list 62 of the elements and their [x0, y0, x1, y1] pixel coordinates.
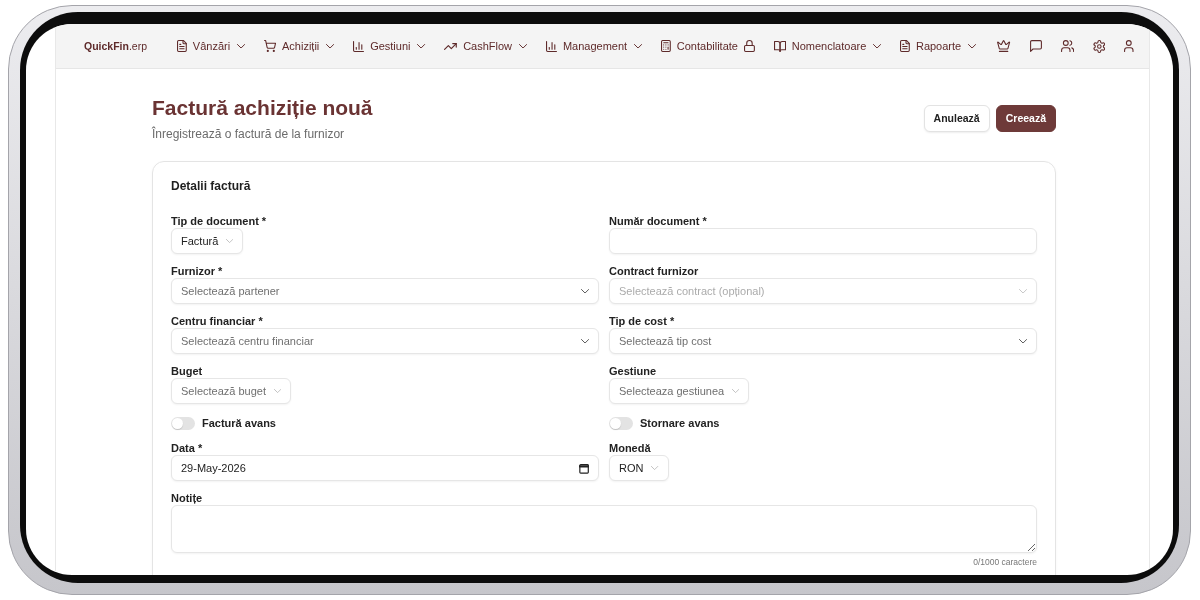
users-icon[interactable] [1060, 40, 1074, 52]
settings-icon[interactable] [1092, 39, 1106, 53]
nav-menu-item[interactable]: Vânzări [177, 39, 246, 53]
chevron-down-icon [226, 239, 234, 243]
nav-menu-item[interactable]: Achiziții [264, 39, 335, 53]
text-field[interactable] [609, 228, 1037, 254]
document-icon [177, 40, 187, 52]
calculator-icon [660, 40, 671, 52]
cart-icon [264, 40, 276, 52]
document-icon [900, 40, 910, 52]
date-field[interactable]: 29-May-2026 [171, 455, 599, 481]
field-label: Tip de document * [171, 215, 267, 228]
dropdown-field[interactable]: Selectează partener [171, 278, 599, 304]
toggle-switch[interactable] [171, 416, 195, 430]
dropdown-select[interactable]: Selecteaza gestiunea [609, 378, 750, 404]
field-label: Notițe [171, 492, 203, 505]
dropdown-select[interactable]: Selectează buget [171, 378, 292, 404]
chevron-down-icon [580, 338, 589, 344]
chevron-down-icon [732, 389, 740, 393]
book-icon [773, 40, 786, 52]
nav-menu-item[interactable]: Gestiuni [353, 39, 426, 53]
field-label: Tip de cost * [609, 315, 675, 328]
page-title: Factură achiziție nouă [152, 95, 373, 121]
crown-icon[interactable] [997, 40, 1011, 52]
field-label: Data * [171, 442, 203, 455]
primary-button[interactable]: Creează [995, 104, 1056, 132]
nav-menu-item[interactable]: Nomenclatoare [773, 39, 882, 53]
nav-menu-item[interactable]: Management [545, 39, 643, 53]
brand-logo[interactable]: QuickFin.erp [84, 40, 148, 52]
secondary-button[interactable]: Anulează [923, 104, 990, 132]
chevron-down-icon [1018, 288, 1027, 294]
card-title: Detalii factură [171, 179, 252, 193]
field-label: Centru financiar * [171, 315, 263, 328]
dropdown-field[interactable]: Selectează tip cost [609, 328, 1037, 354]
nav-menu-item[interactable]: CashFlow [444, 39, 528, 53]
chat-bubble-icon[interactable] [1029, 40, 1042, 52]
character-counter: 0/1000 caractere [973, 557, 1037, 568]
toggle-switch[interactable] [609, 416, 633, 430]
calendar-icon [578, 462, 589, 474]
field-label: Furnizor * [171, 265, 223, 278]
page-subtitle: Înregistrează o factură de la furnizor [152, 126, 346, 142]
field-label: Monedă [609, 442, 651, 455]
nav-menu-item[interactable]: Rapoarte [900, 39, 977, 53]
chevron-down-icon [274, 389, 282, 393]
field-label: Gestiune [609, 365, 657, 378]
bar-chart-icon [545, 40, 557, 52]
trend-up-icon [444, 42, 458, 50]
dropdown-select[interactable]: RON [609, 455, 669, 481]
textarea-field[interactable] [171, 505, 1037, 553]
dropdown-field[interactable]: Selectează centru financiar [171, 328, 599, 354]
field-label: Contract furnizor [609, 265, 699, 278]
toggle-label: Stornare avans [640, 416, 720, 430]
chevron-down-icon [651, 466, 659, 470]
field-label: Buget [171, 365, 203, 378]
nav-menu-item[interactable]: Contabilitate [660, 39, 755, 53]
chevron-down-icon [1018, 338, 1027, 344]
dropdown-select[interactable]: Factură [171, 228, 244, 254]
user-icon[interactable] [1124, 40, 1134, 52]
toggle-label: Factură avans [202, 416, 276, 430]
field-label: Număr document * [609, 215, 707, 228]
bar-chart-icon [353, 40, 365, 52]
chevron-down-icon [580, 288, 589, 294]
